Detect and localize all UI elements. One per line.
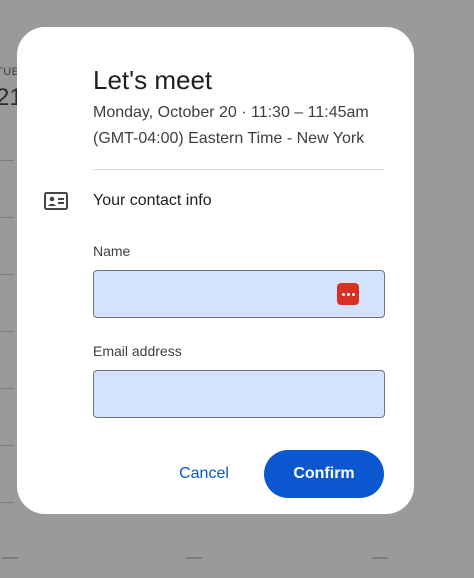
contact-card-icon: [44, 192, 68, 210]
email-field[interactable]: [93, 370, 385, 418]
meeting-datetime: Monday, October 20 · 11:30 – 11:45am: [93, 104, 369, 121]
background-dash: [372, 557, 388, 559]
booking-dialog: Let's meet Monday, October 20 · 11:30 – …: [17, 27, 414, 514]
dialog-title: Let's meet: [93, 65, 213, 95]
meeting-timezone: (GMT-04:00) Eastern Time - New York: [93, 130, 365, 147]
background-hour-line: [0, 160, 14, 161]
name-field[interactable]: [93, 270, 385, 318]
divider: [93, 169, 385, 170]
background-dash: [2, 557, 18, 559]
password-manager-icon[interactable]: [337, 283, 359, 305]
background-hour-line: [0, 274, 14, 275]
background-hour-line: [0, 445, 14, 446]
background-hour-line: [0, 217, 14, 218]
background-hour-line: [0, 331, 14, 332]
background-hour-line: [0, 388, 14, 389]
background-hour-line: [0, 502, 14, 503]
email-input[interactable]: [94, 371, 384, 417]
name-label: Name: [93, 243, 131, 259]
confirm-button[interactable]: Confirm: [264, 450, 384, 498]
contact-section-title: Your contact info: [93, 192, 212, 209]
email-label: Email address: [93, 343, 182, 359]
cancel-button[interactable]: Cancel: [164, 452, 244, 496]
background-dash: [186, 557, 202, 559]
